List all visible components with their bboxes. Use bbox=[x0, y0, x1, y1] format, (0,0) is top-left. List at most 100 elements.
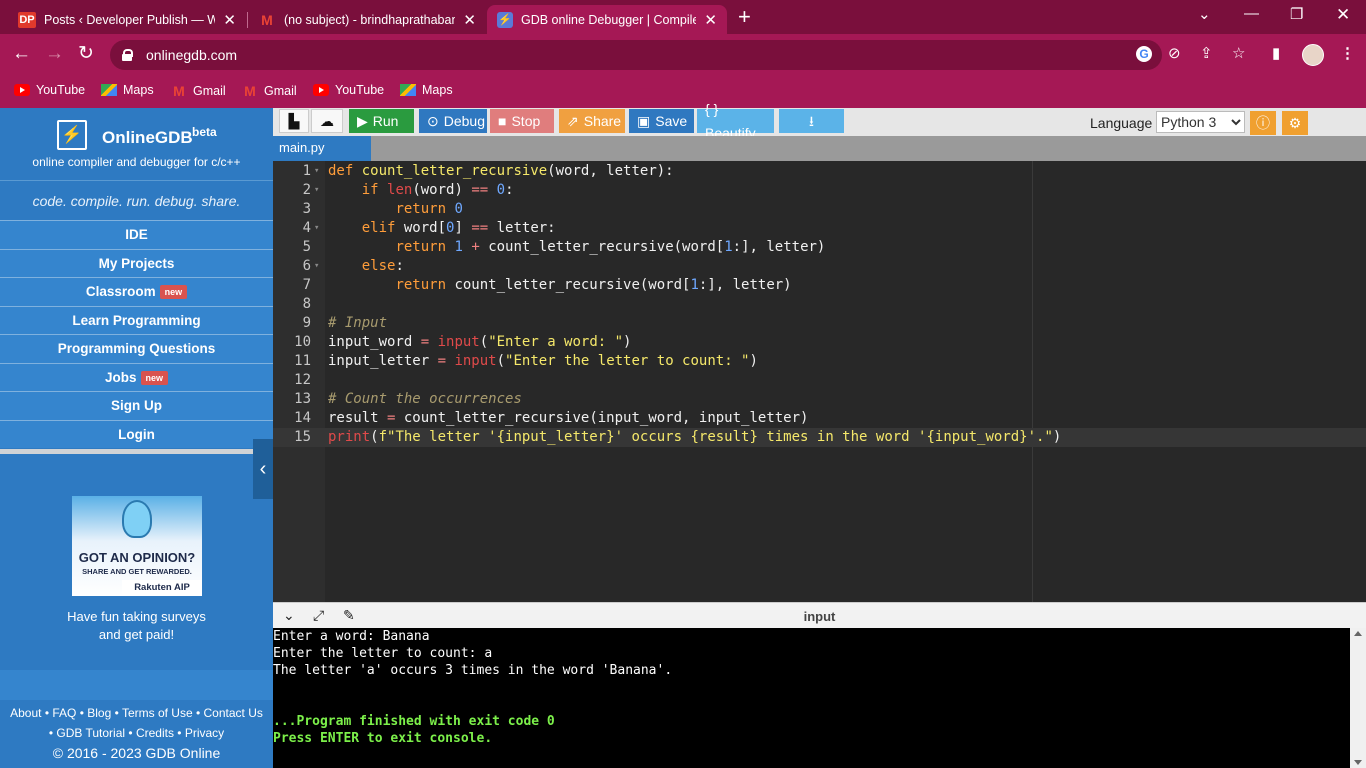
code-line[interactable]: 14 result = count_letter_recursive(input_… bbox=[273, 409, 1366, 428]
close-tab-icon[interactable]: ✕ bbox=[463, 11, 476, 29]
new-badge: new bbox=[140, 370, 169, 385]
fold-arrow-icon[interactable]: ▾ bbox=[314, 257, 319, 276]
fold-arrow-icon[interactable]: ▾ bbox=[314, 162, 319, 181]
code-line[interactable]: 9 # Input bbox=[273, 314, 1366, 333]
download-button[interactable]: ⭳ bbox=[779, 109, 844, 133]
bookmark-maps[interactable]: Maps bbox=[101, 83, 154, 97]
console-output[interactable]: Enter a word: Banana Enter the letter to … bbox=[273, 628, 1350, 768]
browser-menu-icon[interactable]: ⋮ bbox=[1340, 46, 1355, 62]
footer-link-terms[interactable]: Terms of Use bbox=[122, 706, 193, 720]
forward-arrow-icon[interactable]: → bbox=[45, 43, 64, 65]
bookmark-label: Gmail bbox=[193, 84, 226, 98]
sidebar-item-my-projects[interactable]: My Projects bbox=[0, 248, 273, 277]
sidebar-item-learn-programming[interactable]: Learn Programming bbox=[0, 305, 273, 334]
code-line[interactable]: 2 ▾ if len(word) == 0: bbox=[273, 181, 1366, 200]
footer-link-blog[interactable]: Blog bbox=[87, 706, 111, 720]
google-lens-icon[interactable]: G bbox=[1136, 46, 1152, 62]
profile-avatar[interactable] bbox=[1302, 44, 1324, 66]
footer-link-gdb-tutorial[interactable]: GDB Tutorial bbox=[56, 726, 125, 740]
restore-window-icon[interactable]: ❐ bbox=[1290, 5, 1303, 23]
code-line[interactable]: 10 input_word = input("Enter a word: ") bbox=[273, 333, 1366, 352]
footer-link-contact[interactable]: Contact Us bbox=[204, 706, 263, 720]
sidebar-item-programming-questions[interactable]: Programming Questions bbox=[0, 334, 273, 363]
code-line[interactable]: 7 return count_letter_recursive(word[1:]… bbox=[273, 276, 1366, 295]
nav-label: IDE bbox=[125, 227, 148, 242]
new-tab-plus-icon[interactable]: + bbox=[738, 4, 751, 30]
minimize-icon[interactable]: — bbox=[1244, 5, 1259, 22]
info-icon[interactable]: ⓘ bbox=[1250, 111, 1276, 135]
code-line[interactable]: 11 input_letter = input("Enter the letter… bbox=[273, 352, 1366, 371]
settings-gear-icon[interactable]: ⚙ bbox=[1282, 111, 1308, 135]
code-line[interactable]: 5 return 1 + count_letter_recursive(word… bbox=[273, 238, 1366, 257]
tab-title: GDB online Debugger | Compiler bbox=[521, 12, 697, 27]
code-line[interactable]: 3 return 0 bbox=[273, 200, 1366, 219]
browser-tab-gmail[interactable]: M (no subject) - brindhaprathaban1 ✕ bbox=[248, 5, 486, 34]
close-tab-icon[interactable]: ✕ bbox=[704, 11, 717, 29]
code-line[interactable]: 15 print(f"The letter '{input_letter}' oc… bbox=[273, 428, 1366, 447]
bookmark-youtube[interactable]: YouTube bbox=[14, 83, 85, 97]
bookmark-youtube-2[interactable]: YouTube bbox=[313, 83, 384, 97]
sidebar-item-classroom[interactable]: Classroom new bbox=[0, 277, 273, 306]
share-label: Share bbox=[583, 113, 622, 129]
beautify-button[interactable]: { } Beautify bbox=[697, 101, 774, 141]
reload-icon[interactable]: ↻ bbox=[78, 43, 94, 65]
stop-button[interactable]: ■ Stop bbox=[490, 109, 554, 133]
bookmark-maps-2[interactable]: Maps bbox=[400, 83, 453, 97]
browser-tab-developer-publish[interactable]: DP Posts ‹ Developer Publish — Wor ✕ bbox=[8, 5, 246, 34]
share-page-icon[interactable]: ⇪ bbox=[1200, 46, 1213, 62]
collapse-sidebar-chevron-icon[interactable]: ‹ bbox=[253, 439, 273, 499]
code-line[interactable]: 13 # Count the occurrences bbox=[273, 390, 1366, 409]
side-panel-icon[interactable]: ▮ bbox=[1272, 46, 1280, 62]
close-window-icon[interactable]: ✕ bbox=[1336, 5, 1350, 25]
fold-arrow-icon[interactable]: ▾ bbox=[314, 219, 319, 238]
sidebar-divider bbox=[0, 449, 253, 454]
console-line: Press ENTER to exit console. bbox=[273, 731, 493, 746]
code-editor[interactable]: 1 ▾ def count_letter_recursive(word, lette… bbox=[273, 161, 1366, 602]
sidebar-item-login[interactable]: Login bbox=[0, 419, 273, 448]
run-button[interactable]: ▶ Run bbox=[349, 109, 414, 133]
bookmark-star-icon[interactable]: ☆ bbox=[1232, 46, 1245, 62]
footer-link-about[interactable]: About bbox=[10, 706, 41, 720]
eye-slash-icon[interactable]: ⊘ bbox=[1168, 46, 1181, 62]
nav-label: Programming Questions bbox=[57, 341, 216, 356]
save-button[interactable]: ▣ Save bbox=[629, 109, 694, 133]
fold-arrow-icon[interactable]: ▾ bbox=[314, 181, 319, 200]
code-line[interactable]: 4 ▾ elif word[0] == letter: bbox=[273, 219, 1366, 238]
brand-header[interactable]: ⚡ OnlineGDB beta online compiler and deb… bbox=[0, 108, 273, 178]
upload-file-button[interactable]: ☁ bbox=[311, 109, 343, 133]
language-select[interactable]: Python 3 bbox=[1156, 111, 1245, 133]
close-tab-icon[interactable]: ✕ bbox=[223, 11, 236, 29]
browser-tab-onlinegdb[interactable]: ⚡ GDB online Debugger | Compiler ✕ bbox=[487, 5, 727, 34]
new-file-button[interactable]: ▙ bbox=[279, 109, 309, 133]
lock-icon[interactable] bbox=[122, 49, 133, 61]
debug-button[interactable]: ⊙ Debug bbox=[419, 109, 487, 133]
nav-label: Learn Programming bbox=[72, 312, 201, 328]
bookmark-gmail[interactable]: M Gmail bbox=[171, 83, 226, 99]
code-text: return 0 bbox=[395, 201, 463, 217]
code-line[interactable]: 1 ▾ def count_letter_recursive(word, lette… bbox=[273, 162, 1366, 181]
share-button[interactable]: ⇗ Share bbox=[559, 109, 625, 133]
sidebar-item-ide[interactable]: IDE bbox=[0, 220, 273, 249]
scroll-down-arrow-icon[interactable] bbox=[1354, 760, 1362, 765]
file-tab-main-py[interactable]: main.py bbox=[273, 136, 371, 161]
sidebar-item-jobs[interactable]: Jobs new bbox=[0, 362, 273, 391]
footer-link-privacy[interactable]: Privacy bbox=[185, 726, 224, 740]
advertisement-banner[interactable]: GOT AN OPINION? SHARE AND GET REWARDED. … bbox=[72, 496, 202, 596]
code-line[interactable]: 8 bbox=[273, 295, 1366, 314]
code-line[interactable]: 6 ▾ else: bbox=[273, 257, 1366, 276]
sidebar-item-sign-up[interactable]: Sign Up bbox=[0, 391, 273, 420]
scroll-up-arrow-icon[interactable] bbox=[1354, 631, 1362, 636]
file-icon: ▙ bbox=[288, 113, 300, 129]
console-scrollbar[interactable] bbox=[1350, 628, 1366, 768]
debug-label: Debug bbox=[443, 113, 485, 129]
back-arrow-icon[interactable]: ← bbox=[12, 43, 31, 65]
address-bar[interactable]: onlinegdb.com bbox=[110, 40, 1162, 70]
footer-link-credits[interactable]: Credits bbox=[136, 726, 174, 740]
sidebar-nav: IDE My Projects Classroom new Learn Progr… bbox=[0, 220, 273, 448]
bookmark-gmail-2[interactable]: M Gmail bbox=[242, 83, 297, 99]
code-text: return 1 + count_letter_recursive(word[1… bbox=[395, 239, 826, 255]
footer-link-faq[interactable]: FAQ bbox=[52, 706, 76, 720]
tab-search-chevron-icon[interactable]: ⌄ bbox=[1198, 5, 1211, 23]
code-line[interactable]: 12 bbox=[273, 371, 1366, 390]
line-number: 12 bbox=[294, 372, 311, 388]
